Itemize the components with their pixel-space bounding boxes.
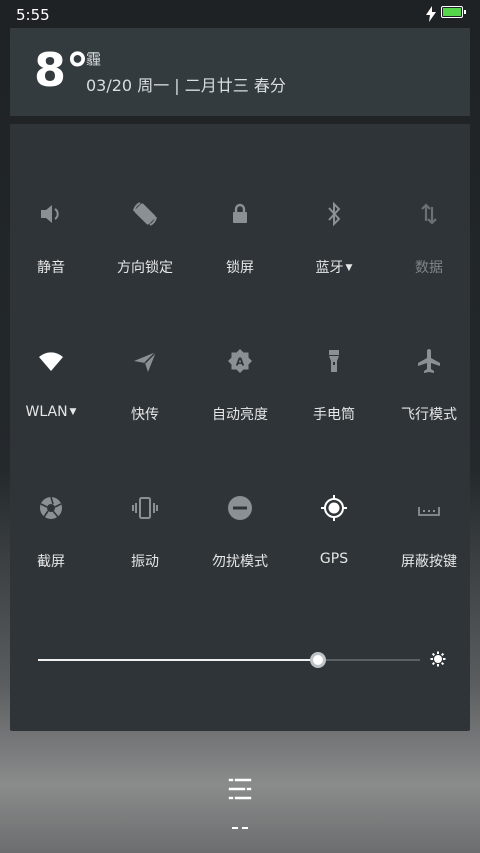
rotation-lock-icon (133, 202, 157, 226)
tile-label: 勿扰模式 (212, 554, 268, 570)
tile-block-keys[interactable]: 屏蔽按键 (383, 493, 475, 593)
status-bar: 5:55 (0, 0, 480, 28)
tile-label: 快传 (131, 407, 159, 423)
mobile-data-icon (421, 203, 437, 225)
block-keys-icon (418, 507, 440, 516)
tile-label: 屏蔽按键 (401, 554, 457, 570)
tile-send[interactable]: 快传 (99, 346, 191, 446)
send-icon (134, 351, 157, 372)
vibrate-icon (132, 497, 158, 519)
charging-icon (426, 6, 436, 22)
screenshot-icon (40, 496, 62, 519)
tile-bluetooth[interactable]: 蓝牙 ▼ (288, 199, 380, 299)
brightness-slider[interactable] (38, 652, 420, 668)
tile-label: 数据 (415, 260, 443, 276)
svg-text:A: A (236, 356, 245, 369)
tile-label: GPS (319, 551, 349, 567)
tile-label: 振动 (131, 554, 159, 570)
gps-icon (321, 495, 347, 521)
tile-wifi[interactable]: WLAN ▼ (5, 346, 97, 446)
lock-icon (233, 203, 247, 223)
tile-speaker[interactable]: 静音 (5, 199, 97, 299)
page-indicator-icon (232, 827, 248, 829)
tile-label: WLAN ▼ (25, 404, 77, 420)
tile-label: 截屏 (37, 554, 65, 570)
tile-label: 锁屏 (226, 260, 254, 276)
tile-auto-brightness[interactable]: A 自动亮度 (194, 346, 286, 446)
weather-date: 03/20 周一 | 二月廿三 春分 (86, 76, 286, 95)
bluetooth-icon (328, 201, 341, 227)
do-not-disturb-icon (228, 496, 252, 520)
weather-card[interactable]: 8° 霾 03/20 周一 | 二月廿三 春分 (10, 28, 470, 116)
weather-temperature: 8° (34, 43, 90, 97)
wifi-icon (39, 352, 63, 371)
tile-label: 蓝牙 ▼ (315, 260, 353, 276)
tile-flashlight[interactable]: 手电筒 (288, 346, 380, 446)
tile-label: 方向锁定 (117, 260, 173, 276)
speaker-icon (41, 205, 59, 223)
tile-lock[interactable]: 锁屏 (194, 199, 286, 299)
tile-do-not-disturb[interactable]: 勿扰模式 (194, 493, 286, 593)
tile-vibrate[interactable]: 振动 (99, 493, 191, 593)
flashlight-icon (329, 350, 339, 372)
tile-label: 静音 (37, 260, 65, 276)
brightness-knob[interactable] (310, 652, 326, 668)
tile-airplane[interactable]: 飞行模式 (383, 346, 475, 446)
battery-fill (443, 8, 461, 16)
dropdown-caret-icon: ▼ (69, 407, 77, 417)
tile-label: 手电筒 (313, 407, 355, 423)
auto-brightness-icon: A (228, 349, 252, 373)
dropdown-caret-icon: ▼ (345, 263, 353, 273)
tile-rotation-lock[interactable]: 方向锁定 (99, 199, 191, 299)
tile-mobile-data[interactable]: 数据 (383, 199, 475, 299)
brightness-fill (38, 659, 318, 661)
tile-screenshot[interactable]: 截屏 (5, 493, 97, 593)
tile-label: 飞行模式 (401, 407, 457, 423)
airplane-icon (418, 349, 440, 373)
battery-icon (441, 6, 466, 18)
edit-tiles-icon[interactable] (228, 777, 252, 801)
weather-condition: 霾 (86, 50, 102, 68)
brightness-settings-icon[interactable] (430, 651, 446, 667)
tile-label: 自动亮度 (212, 407, 268, 423)
tile-gps[interactable]: GPS (288, 493, 380, 593)
status-time: 5:55 (16, 6, 50, 24)
